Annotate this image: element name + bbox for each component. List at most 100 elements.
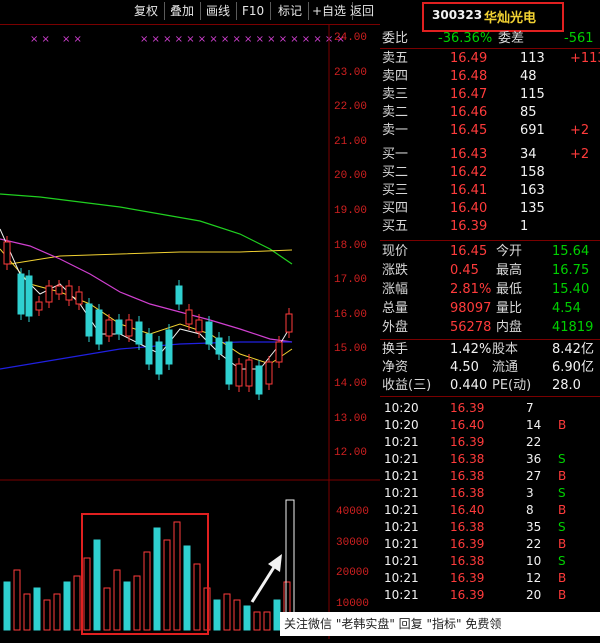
tick-row[interactable]: 10:20 16.39 7 [380,400,600,416]
tick-row[interactable]: 10:21 16.39 20 B [380,587,600,603]
quote-value: 16.45 [450,244,488,259]
volume-axis-label: 10000 [336,597,370,610]
volume-bar [233,599,241,631]
candle-body [215,337,223,355]
candles-group [3,236,293,400]
buy-volume: 135 [520,201,545,216]
fund-label: 流通 [492,360,519,375]
sell-level-label: 卖一 [382,123,409,138]
price-axis-label: 23.00 [334,66,368,79]
candle-body [55,285,63,295]
tick-row[interactable]: 10:21 16.39 22 B [380,536,600,552]
price-axis-label: 14.00 [334,378,368,390]
tick-row[interactable]: 10:21 16.39 22 [380,434,600,450]
candle-body [195,319,203,333]
tick-row[interactable]: 10:21 16.38 36 S [380,451,600,467]
candle-body [235,363,243,387]
tick-volume: 3 [526,486,534,500]
orderbook-row: 买二 16.42 158 [380,164,600,182]
buy-level-label: 买五 [382,219,409,234]
chart-canvas: × × × × × × × × × × × × × × × × × × × × ×… [0,24,380,639]
volume-bar [173,521,181,631]
stock-name: 华灿光电 [484,11,537,26]
watermark-banner: 关注微信 "老韩实盘" 回复 "指标" 免费领 [280,612,600,636]
tick-price: 16.39 [450,588,485,602]
orderbook-row: 换手 1.42% 股本 8.42亿 [380,341,600,359]
quote-value: 15.64 [552,244,590,259]
quote-label: 涨跌 [382,263,409,278]
candle-body [165,329,173,365]
tick-row[interactable]: 10:21 16.38 3 S [380,485,600,501]
overlay-button[interactable]: 叠加 [164,2,202,20]
sell-change: +113 [570,51,600,66]
quote-label: 总量 [382,301,409,316]
tick-row[interactable]: 10:21 16.39 12 B [380,570,600,586]
buy-volume: 1 [520,219,529,234]
price-axis-label: 18.00 [334,239,368,252]
fund-label: 股本 [492,342,519,357]
candle-body [205,321,213,345]
volume-bar [103,587,111,631]
quote-label: 今开 [496,244,523,259]
fund-label: 净资 [382,360,409,375]
tick-row[interactable]: 10:21 16.40 8 B [380,502,600,518]
mark-button[interactable]: 标记 [272,2,310,20]
candle-body [185,309,193,325]
buy-price: 16.40 [450,201,488,216]
back-button[interactable]: 返回 [344,2,380,20]
tick-row[interactable]: 10:21 16.38 27 B [380,468,600,484]
candle-body [125,319,133,337]
candle-body [3,241,11,265]
quote-label: 涨幅 [382,282,409,297]
fund-label: 换手 [382,342,409,357]
tick-row[interactable]: 10:20 16.40 14 B [380,417,600,433]
candle-body [17,273,25,315]
candle-body [25,275,33,317]
tick-row[interactable]: 10:21 16.38 10 S [380,553,600,569]
price-axis-label: 13.00 [334,412,368,425]
candle-body [255,365,263,395]
buy-level-label: 买四 [382,201,409,216]
candle-body [155,341,163,375]
tick-time: 10:21 [384,452,419,466]
chart-toolbar: 复权 叠加 画线 F10 标记 +自选 返回 [0,0,380,25]
volume-bar [63,581,71,631]
weibi-label: 委比 [382,31,409,46]
tick-volume: 7 [526,401,534,415]
tick-price: 16.39 [450,537,485,551]
sell-level-label: 卖二 [382,105,409,120]
price-axis-label: 24.00 [334,32,368,44]
quote-label: 最高 [496,263,523,278]
signal-markers: × × × × × × × × × × × × × × × × × × × × ×… [30,34,345,45]
candle-body [285,313,293,333]
sell-volume: 85 [520,105,537,120]
tick-side: B [558,537,567,551]
orderbook-row: 收益(三) 0.440 PE(动) 28.0 [380,377,600,395]
volume-bar [73,575,81,631]
tick-price: 16.40 [450,418,485,432]
quote-value: 2.81% [450,282,492,297]
candle-body [35,301,43,311]
candle-body [65,285,73,301]
volume-bar [13,569,21,631]
tick-time: 10:21 [384,537,419,551]
candle-body [75,291,83,305]
kline-chart[interactable]: × × × × × × × × × × × × × × × × × × × × ×… [0,24,380,639]
buy-level-label: 买一 [382,147,409,162]
fuquan-button[interactable]: 复权 [128,2,166,20]
volume-bar [23,593,31,631]
quote-value: 41819 [552,320,594,335]
tick-row[interactable]: 10:21 16.38 35 S [380,519,600,535]
price-axis-label: 22.00 [334,101,368,114]
volume-bar [223,593,231,631]
sell-volume: 115 [520,87,545,102]
tick-time: 10:21 [384,503,419,517]
candle-body [265,361,273,385]
tick-side: B [558,588,567,602]
svg-text:× ×: × × [30,34,50,45]
tick-price: 16.39 [450,571,485,585]
draw-line-button[interactable]: 画线 [200,2,238,20]
f10-button[interactable]: F10 [236,2,272,20]
volume-bar [263,611,271,631]
candle-body [175,285,183,305]
